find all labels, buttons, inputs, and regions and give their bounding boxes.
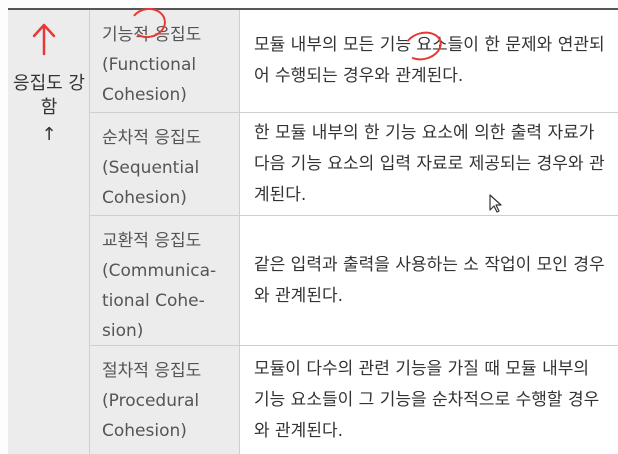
red-up-arrow-annotation-icon <box>32 23 56 56</box>
cohesion-type-description: 한 모듈 내부의 한 기능 요소에 의한 출력 자료가 다음 기능 요소의 입력… <box>254 122 605 205</box>
table-row: 기능적 응집도 (Functional Cohesion) 모듈 내부의 모든 … <box>90 10 618 113</box>
cohesion-type-name: 절차적 응집도 (Procedural Cohesion) <box>90 346 240 454</box>
mouse-cursor-icon <box>489 194 502 213</box>
cohesion-type-description: 모듈 내부의 모든 기능 요소들이 한 문제와 연관되어 수행되는 경우와 관계… <box>254 35 605 86</box>
table-row: 절차적 응집도 (Procedural Cohesion) 모듈이 다수의 관련… <box>90 346 618 454</box>
table-row: 교환적 응집도 (Communica-tional Cohe-sion) 같은 … <box>90 216 618 346</box>
up-arrow-icon: ↑ <box>41 124 57 145</box>
cohesion-strength-label: 응집도 강함 <box>13 73 85 118</box>
table-row: 순차적 응집도 (Sequential Cohesion) 한 모듈 내부의 한… <box>90 113 618 216</box>
cohesion-type-description: 모듈이 다수의 관련 기능을 가질 때 모듈 내부의 기능 요소들이 그 기능을… <box>254 358 600 441</box>
cohesion-type-description: 같은 입력과 출력을 사용하는 소 작업이 모인 경우와 관계된다. <box>254 254 605 306</box>
cohesion-type-name: 교환적 응집도 (Communica-tional Cohe-sion) <box>90 216 240 345</box>
cohesion-type-name: 순차적 응집도 (Sequential Cohesion) <box>90 113 240 215</box>
